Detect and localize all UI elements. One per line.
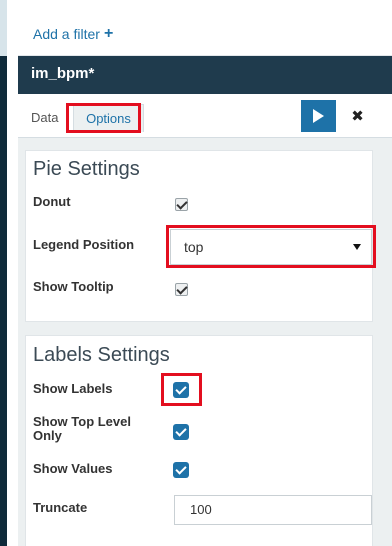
close-button[interactable]: ✖ [340,100,375,132]
add-filter-link[interactable]: Add a filter + [33,25,114,43]
options-panel: Add a filter + im_bpm* Data Options ✖ Pi… [18,0,392,546]
show-labels-label: Show Labels [33,381,113,396]
show-tooltip-checkbox[interactable] [175,283,188,296]
truncate-input[interactable]: 100 [174,495,372,525]
show-values-label: Show Values [33,461,113,476]
filter-bar: Add a filter + [18,0,392,56]
legend-position-label: Legend Position [33,237,135,252]
show-top-level-only-label: Show Top Level Only [33,414,131,443]
play-icon [313,109,324,123]
left-strip-top [0,0,7,56]
donut-label: Donut [33,194,71,209]
show-tooltip-label: Show Tooltip [33,279,114,294]
labels-settings-title: Labels Settings [33,344,170,366]
show-values-checkbox[interactable] [173,462,189,478]
pie-settings-title: Pie Settings [33,158,140,180]
tab-data[interactable]: Data [31,110,58,125]
donut-checkbox[interactable] [175,198,188,211]
close-icon: ✖ [351,108,364,125]
legend-position-highlight [166,225,376,268]
add-filter-label: Add a filter [33,26,100,42]
truncate-label: Truncate [33,500,88,515]
visualization-title: im_bpm* [31,65,95,82]
run-button[interactable] [301,100,336,132]
plus-icon: + [103,25,114,42]
show-top-level-only-checkbox[interactable] [173,424,189,440]
options-tab-highlight [66,103,141,133]
show-labels-highlight [161,373,202,406]
title-bar: im_bpm* [18,56,392,94]
left-strip-dark [0,56,7,546]
left-strip [0,0,7,546]
